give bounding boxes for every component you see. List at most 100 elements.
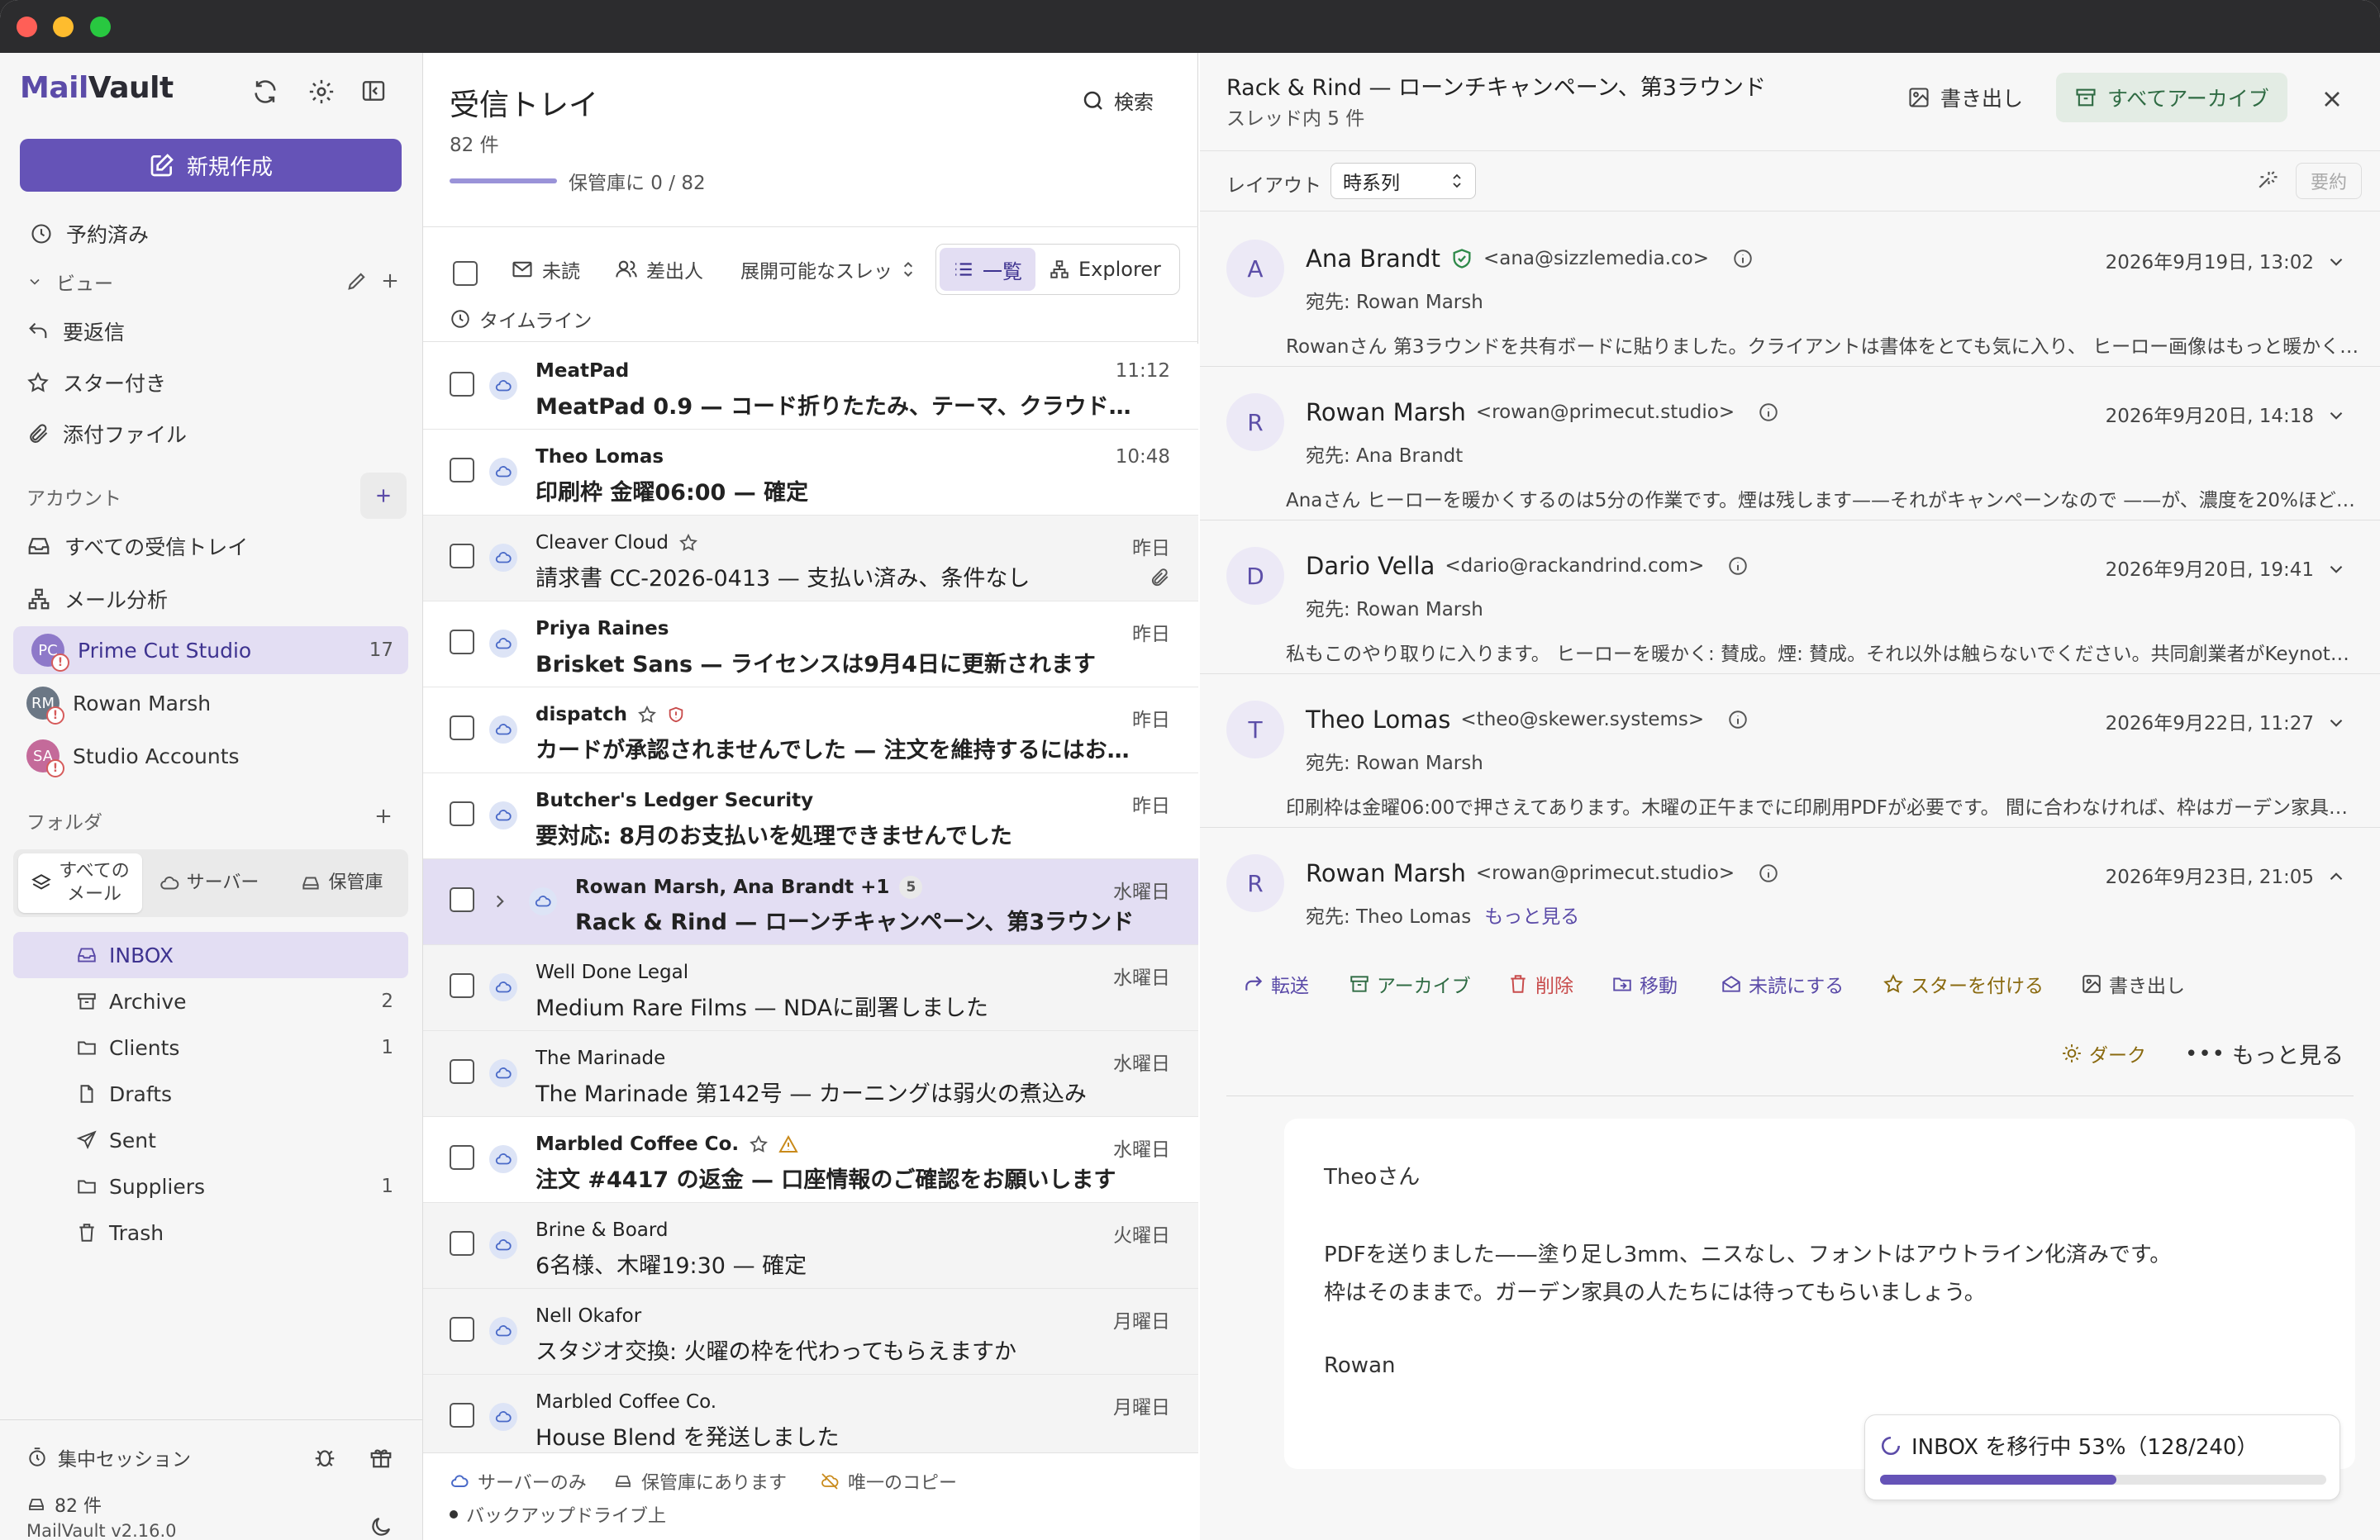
folder-sent[interactable]: Sent (13, 1117, 408, 1163)
chevron-down-icon[interactable] (2325, 712, 2347, 734)
view-list-button[interactable]: 一覧 (940, 248, 1035, 291)
star-icon[interactable] (678, 533, 698, 553)
archive-all-button[interactable]: すべてアーカイブ (2056, 73, 2287, 122)
star-icon[interactable] (749, 1134, 769, 1154)
summary-button[interactable]: 要約 (2296, 163, 2362, 199)
thread-message[interactable]: T Theo Lomas <theo@skewer.systems> 宛先: R… (1200, 674, 2380, 828)
info-icon[interactable] (1758, 863, 1779, 884)
select-all-checkbox[interactable] (453, 261, 478, 286)
row-checkbox[interactable] (450, 973, 474, 998)
view-needs-reply[interactable]: 要返信 (26, 307, 415, 355)
show-more-link[interactable]: もっと見る (1484, 906, 1579, 928)
mark-unread-button[interactable]: 未読にする (1721, 970, 1844, 998)
row-checkbox[interactable] (450, 887, 474, 912)
add-account-button[interactable] (360, 473, 407, 519)
message-row[interactable]: Marbled Coffee Co. House Blend を発送しました 月… (423, 1375, 1198, 1461)
message-row[interactable]: Cleaver Cloud 請求書 CC-2026-0413 — 支払い済み、条… (423, 516, 1198, 601)
row-checkbox[interactable] (450, 1231, 474, 1256)
thread-mode-select[interactable]: 展開可能なスレッ (740, 245, 916, 293)
filter-unread[interactable]: 未読 (511, 245, 580, 293)
chevron-down-icon[interactable] (2325, 405, 2347, 426)
export-message-button[interactable]: 書き出し (2081, 970, 2185, 998)
focus-session-button[interactable]: 集中セッション (26, 1443, 191, 1471)
message-row-selected[interactable]: Rowan Marsh, Ana Brandt +1 5 Rack & Rind … (423, 859, 1198, 945)
view-starred[interactable]: スター付き (26, 359, 415, 406)
message-row[interactable]: Marbled Coffee Co. 注文 #4417 の返金 — 口座情報のご… (423, 1117, 1198, 1203)
thread-message[interactable]: R Rowan Marsh <rowan@primecut.studio> 宛先… (1200, 367, 2380, 520)
tab-vault[interactable]: 保管庫 (275, 853, 408, 913)
message-row[interactable]: Priya Raines Brisket Sans — ライセンスは9月4日に更… (423, 601, 1198, 687)
delete-button[interactable]: 削除 (1507, 970, 1573, 998)
sparkle-icon[interactable] (2254, 168, 2279, 192)
row-checkbox[interactable] (450, 1145, 474, 1170)
folder-suppliers[interactable]: Suppliers 1 (13, 1163, 408, 1210)
folder-clients[interactable]: Clients 1 (13, 1024, 408, 1071)
scheduled-item[interactable]: 予約済み (30, 210, 418, 258)
info-icon[interactable] (1758, 402, 1779, 423)
mail-analysis-item[interactable]: メール分析 (26, 575, 415, 623)
folder-trash[interactable]: Trash (13, 1210, 408, 1256)
minimize-window-button[interactable] (53, 17, 74, 37)
bug-icon[interactable] (312, 1445, 337, 1470)
timeline-toggle[interactable]: タイムライン (450, 295, 592, 343)
row-checkbox[interactable] (450, 1059, 474, 1084)
info-icon[interactable] (1727, 555, 1749, 577)
account-prime-cut-studio[interactable]: PC! Prime Cut Studio 17 (13, 626, 408, 674)
zoom-window-button[interactable] (90, 17, 111, 37)
row-checkbox[interactable] (450, 458, 474, 482)
star-button[interactable]: スターを付ける (1883, 970, 2044, 998)
add-folder-icon[interactable] (372, 805, 395, 828)
tab-server[interactable]: サーバー (142, 853, 275, 913)
search-button[interactable]: 検索 (1081, 86, 1154, 115)
message-row[interactable]: Theo Lomas 印刷枠 金曜06:00 — 確定 10:48 (423, 430, 1198, 516)
chevron-down-icon[interactable] (2325, 251, 2347, 273)
info-icon[interactable] (1732, 248, 1754, 269)
row-checkbox[interactable] (450, 1403, 474, 1428)
message-row[interactable]: Brine & Board 6名様、木曜19:30 — 確定 火曜日 (423, 1203, 1198, 1289)
message-row[interactable]: Butcher's Ledger Security 要対応: 8月のお支払いを処… (423, 773, 1198, 859)
message-row[interactable]: Well Done Legal Medium Rare Films — NDAに… (423, 945, 1198, 1031)
collapse-sidebar-icon[interactable] (360, 78, 387, 104)
move-button[interactable]: 移動 (1611, 970, 1678, 998)
add-view-icon[interactable] (378, 269, 402, 292)
folder-inbox[interactable]: INBOX (13, 932, 408, 978)
dark-mode-button[interactable]: ダーク (2061, 1039, 2146, 1067)
message-row[interactable]: MeatPad MeatPad 0.9 — コード折りたたみ、テーマ、クラウドな… (423, 344, 1198, 430)
star-icon[interactable] (637, 705, 657, 725)
more-actions-button[interactable]: ••• もっと見る (2185, 1038, 2344, 1070)
row-checkbox[interactable] (450, 801, 474, 826)
expand-thread-icon[interactable] (489, 891, 511, 912)
info-icon[interactable] (1727, 709, 1749, 730)
layout-select[interactable]: 時系列 (1330, 163, 1476, 199)
thread-message[interactable]: D Dario Vella <dario@rackandrind.com> 宛先… (1200, 520, 2380, 674)
export-button[interactable]: 書き出し (1889, 73, 2041, 122)
all-inboxes-item[interactable]: すべての受信トレイ (26, 522, 415, 570)
gift-icon[interactable] (369, 1445, 393, 1470)
message-row[interactable]: Nell Okafor スタジオ交換: 火曜の枠を代わってもらえますか 月曜日 (423, 1289, 1198, 1375)
moon-icon[interactable] (369, 1514, 393, 1539)
chevron-down-icon[interactable] (2325, 558, 2347, 580)
folder-drafts[interactable]: Drafts (13, 1071, 408, 1117)
row-checkbox[interactable] (450, 372, 474, 397)
thread-message[interactable]: A Ana Brandt <ana@sizzlemedia.co> 宛先: Ro… (1200, 213, 2380, 367)
tab-all-mail[interactable]: すべての メール (18, 853, 142, 913)
message-row[interactable]: dispatch カードが承認されませんでした — 注文を維持するにはお支払いを… (423, 687, 1198, 773)
close-icon[interactable] (2319, 86, 2345, 112)
filter-sender[interactable]: 差出人 (615, 245, 703, 293)
row-checkbox[interactable] (450, 630, 474, 654)
row-checkbox[interactable] (450, 1317, 474, 1342)
compose-button[interactable]: 新規作成 (20, 139, 402, 192)
archive-button[interactable]: アーカイブ (1349, 970, 1471, 998)
gear-icon[interactable] (307, 78, 336, 106)
account-rowan-marsh[interactable]: RM! Rowan Marsh (26, 679, 415, 727)
row-checkbox[interactable] (450, 544, 474, 568)
folder-archive[interactable]: Archive 2 (13, 978, 408, 1024)
row-checkbox[interactable] (450, 715, 474, 740)
view-explorer-button[interactable]: Explorer (1035, 248, 1174, 291)
view-attachments[interactable]: 添付ファイル (26, 410, 415, 458)
chevron-up-icon[interactable] (2325, 866, 2347, 887)
edit-views-icon[interactable] (345, 269, 369, 292)
forward-button[interactable]: 転送 (1243, 970, 1309, 998)
sync-icon[interactable] (251, 78, 279, 106)
close-window-button[interactable] (17, 17, 37, 37)
